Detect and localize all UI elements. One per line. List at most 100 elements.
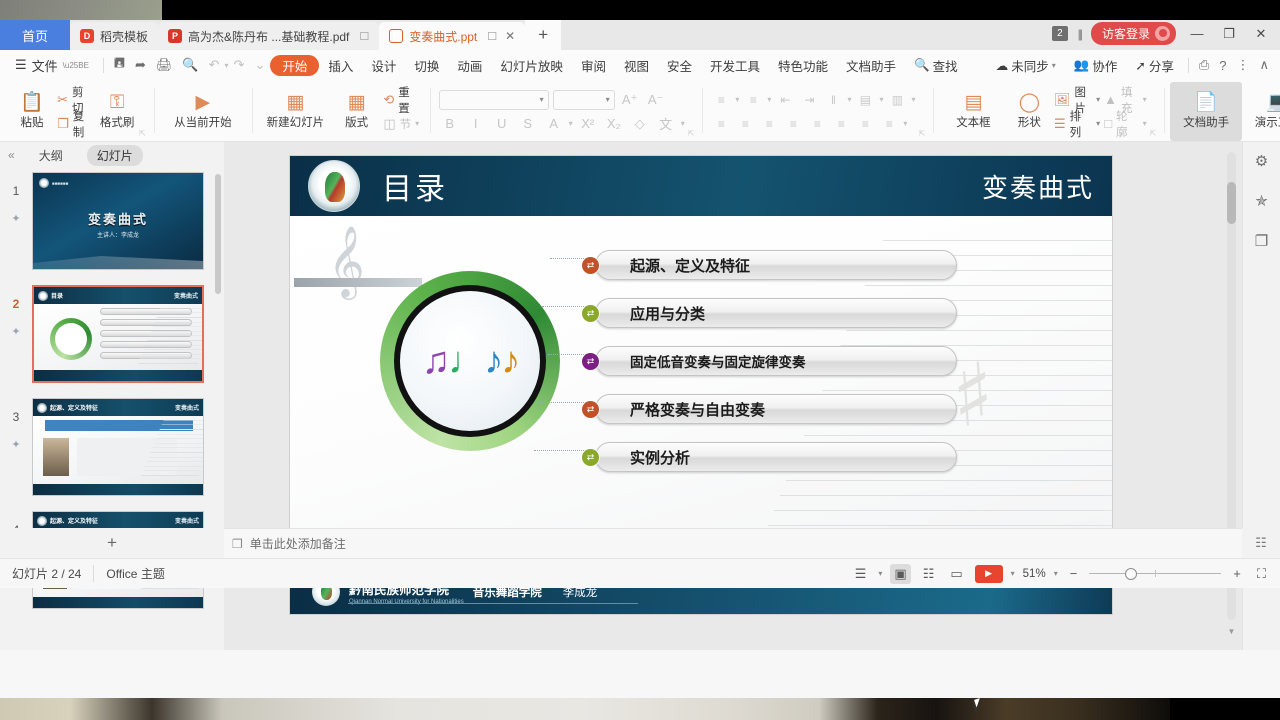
grow-font-button[interactable]: A⁺ <box>619 92 641 108</box>
help-icon[interactable]: ? <box>1214 58 1231 73</box>
fit-to-window-button[interactable]: ⛶ <box>1253 564 1270 584</box>
copy-button[interactable]: ❐ 复制 <box>54 111 95 139</box>
adjust-sliders-icon[interactable]: ⚙ <box>1255 152 1268 170</box>
theme-name[interactable]: Office 主题 <box>93 565 176 582</box>
clipboard-dialog-launcher[interactable]: ⇱ <box>139 129 148 141</box>
tab-ppt-document[interactable]: P 变奏曲式.ppt ☐ ✕ <box>379 22 526 50</box>
snapshot-icon[interactable]: ⎙ <box>1194 57 1214 73</box>
print-icon[interactable]: 🖨 <box>151 57 178 73</box>
ribbon-tab-animations[interactable]: 动画 <box>448 53 491 77</box>
columns-button[interactable]: ▥ <box>887 93 907 107</box>
font-family-input[interactable]: ▾ <box>438 89 549 110</box>
slide-counter[interactable]: 幻灯片 2 / 24 <box>0 565 93 582</box>
save-icon[interactable]: 🖪 <box>109 54 130 76</box>
tab-list-icon[interactable]: ||| <box>1078 27 1084 41</box>
ribbon-tab-insert[interactable]: 插入 <box>319 53 362 77</box>
thumbnail-1[interactable]: ■■■■■■ 变奏曲式 主讲人：李成龙 <box>32 172 204 270</box>
chevron-down-icon[interactable]: ▾ <box>767 95 771 104</box>
ribbon-tab-review[interactable]: 审阅 <box>572 53 615 77</box>
restore-button[interactable]: ❐ <box>1218 26 1240 42</box>
tab-ppt-restore-icon[interactable]: ☐ <box>487 30 497 43</box>
tab-outline[interactable]: 大纲 <box>29 145 73 166</box>
start-slideshow-button[interactable]: ▶ <box>974 564 1003 583</box>
toc-item-5[interactable]: ⇄ 实例分析 <box>582 442 957 472</box>
collaborate-button[interactable]: 👥 协作 <box>1065 53 1127 77</box>
reset-button[interactable]: ⟲ 重置 <box>380 87 423 115</box>
ribbon-tab-design[interactable]: 设计 <box>362 53 405 77</box>
ribbon-tab-doc-assistant[interactable]: 文档助手 <box>837 53 905 77</box>
zoom-level[interactable]: 51% <box>1023 568 1046 580</box>
textbox-button[interactable]: ▤ 文本框 <box>939 82 1008 141</box>
view-slide-sorter-button[interactable]: ☷ <box>919 564 939 584</box>
chevron-down-icon[interactable]: ▾ <box>903 119 907 128</box>
subscript-button[interactable]: X₂ <box>603 116 625 131</box>
collapse-panel-button[interactable]: « <box>8 148 15 162</box>
stage-scrollbar-thumb[interactable] <box>1227 182 1236 224</box>
print-preview-icon[interactable]: 🔍 <box>177 57 203 73</box>
text-direction-button[interactable]: ‖ <box>823 93 843 107</box>
add-slide-button[interactable]: + <box>0 528 224 558</box>
share-button[interactable]: ➚ 分享 <box>1126 53 1183 77</box>
paste-button[interactable]: 📋 粘贴 <box>10 82 54 141</box>
space-before-button[interactable]: ≡ <box>855 117 875 131</box>
undo-icon[interactable]: ↶ <box>204 57 225 73</box>
redo-icon[interactable]: ↷ <box>229 57 250 73</box>
thumbnail-row-1[interactable]: 1 ✦ ■■■■■■ 变奏曲式 主讲人：李成龙 <box>0 172 224 270</box>
clear-format-button[interactable]: ◇ <box>629 116 651 132</box>
line-spacing-button[interactable]: ≡ <box>831 117 851 131</box>
toc-item-3[interactable]: ⇄ 固定低音变奏与固定旋律变奏 <box>582 346 957 376</box>
tab-slides[interactable]: 幻灯片 <box>86 144 143 166</box>
zoom-slider[interactable] <box>1089 567 1222 581</box>
increase-indent-button[interactable]: ⇥ <box>799 93 819 107</box>
tab-count-badge[interactable]: 2 <box>1052 26 1068 41</box>
menu-file[interactable]: ☰ 文件 \u25BE <box>6 53 98 77</box>
thumbnail-row-3[interactable]: 3 ✦ 起源、定义及特征 变奏曲式 <box>0 398 224 496</box>
section-button[interactable]: ◫ 节 ▾ <box>380 113 423 135</box>
strikethrough-button[interactable]: S <box>517 116 539 131</box>
thumbnail-scrollbar[interactable] <box>215 174 221 294</box>
guest-login-button[interactable]: 访客登录 <box>1090 22 1176 45</box>
tab-pdf-restore-icon[interactable]: ☐ <box>359 30 369 43</box>
tab-pdf-document[interactable]: P 高为杰&陈丹布 ...基础教程.pdf ☐ <box>158 22 380 50</box>
toc-item-4[interactable]: ⇄ 严格变奏与自由变奏 <box>582 394 957 424</box>
shrink-font-button[interactable]: A⁻ <box>645 92 667 108</box>
thumbnail-3[interactable]: 起源、定义及特征 变奏曲式 <box>32 398 204 496</box>
ribbon-tab-transitions[interactable]: 切换 <box>405 53 448 77</box>
notes-pane[interactable]: ❐ 单击此处添加备注 <box>224 528 1242 558</box>
menu-find[interactable]: 🔍 查找 <box>905 53 967 77</box>
chevron-down-icon[interactable]: ▾ <box>879 95 883 104</box>
decrease-indent-button[interactable]: ⇤ <box>775 93 795 107</box>
ribbon-tab-view[interactable]: 视图 <box>615 53 658 77</box>
chevron-down-icon[interactable]: ▾ <box>681 119 685 128</box>
space-after-button[interactable]: ≡ <box>879 117 899 131</box>
more-options-icon[interactable]: ⋮ <box>1231 57 1254 73</box>
tab-home[interactable]: 首页 <box>0 20 70 50</box>
view-reading-button[interactable]: ▭ <box>946 564 966 584</box>
toc-item-1[interactable]: ⇄ 起源、定义及特征 <box>582 250 957 280</box>
close-button[interactable]: ✕ <box>1250 26 1272 42</box>
paragraph-dialog-launcher[interactable]: ⇱ <box>918 129 927 141</box>
chevron-down-icon[interactable]: ▾ <box>847 95 851 104</box>
align-center-button[interactable]: ≡ <box>735 117 755 131</box>
superscript-button[interactable]: X² <box>577 116 599 131</box>
zoom-in-button[interactable]: + <box>1229 564 1245 583</box>
font-color-button[interactable]: A <box>543 116 565 131</box>
italic-button[interactable]: I <box>465 116 487 131</box>
distribute-button[interactable]: ≡ <box>807 117 827 131</box>
new-tab-button[interactable]: + <box>525 20 562 50</box>
align-text-button[interactable]: ▤ <box>855 93 875 107</box>
font-dialog-launcher[interactable]: ⇱ <box>688 129 697 141</box>
chevron-down-icon[interactable]: ▾ <box>911 95 915 104</box>
ribbon-tab-features[interactable]: 特色功能 <box>769 53 837 77</box>
layout-button[interactable]: ▦ 版式 <box>333 82 380 141</box>
ribbon-tab-slideshow[interactable]: 幻灯片放映 <box>491 53 572 77</box>
zoom-out-button[interactable]: − <box>1066 564 1082 583</box>
from-current-slide-button[interactable]: ▶ 从当前开始 <box>160 82 246 141</box>
underline-button[interactable]: U <box>491 116 513 131</box>
numbering-button[interactable]: ≡ <box>743 93 763 107</box>
font-size-input[interactable]: ▾ <box>552 89 615 110</box>
thumbnail-2[interactable]: 目录 变奏曲式 <box>32 285 204 383</box>
duplicate-layers-icon[interactable]: ❐ <box>1255 232 1268 250</box>
shapes-button[interactable]: ◯ 形状 <box>1008 82 1051 141</box>
minimize-button[interactable]: — <box>1186 26 1208 41</box>
